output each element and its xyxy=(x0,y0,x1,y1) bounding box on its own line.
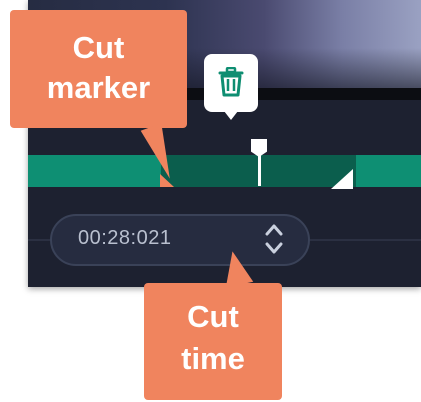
playhead-line[interactable] xyxy=(258,152,261,186)
cut-marker-callout: Cut marker xyxy=(10,10,187,128)
callout-line-2: time xyxy=(181,341,245,376)
segment-end-marker[interactable] xyxy=(331,169,353,189)
callout-line-1: Cut xyxy=(187,299,239,334)
up-down-chevron-icon[interactable] xyxy=(264,222,284,256)
callout-line-2: marker xyxy=(46,70,151,105)
delete-fragment-button[interactable] xyxy=(204,54,258,120)
time-value[interactable]: 00:28:021 xyxy=(78,227,171,250)
callout-line-1: Cut xyxy=(72,30,125,65)
cut-time-callout: Cut time xyxy=(144,283,282,400)
